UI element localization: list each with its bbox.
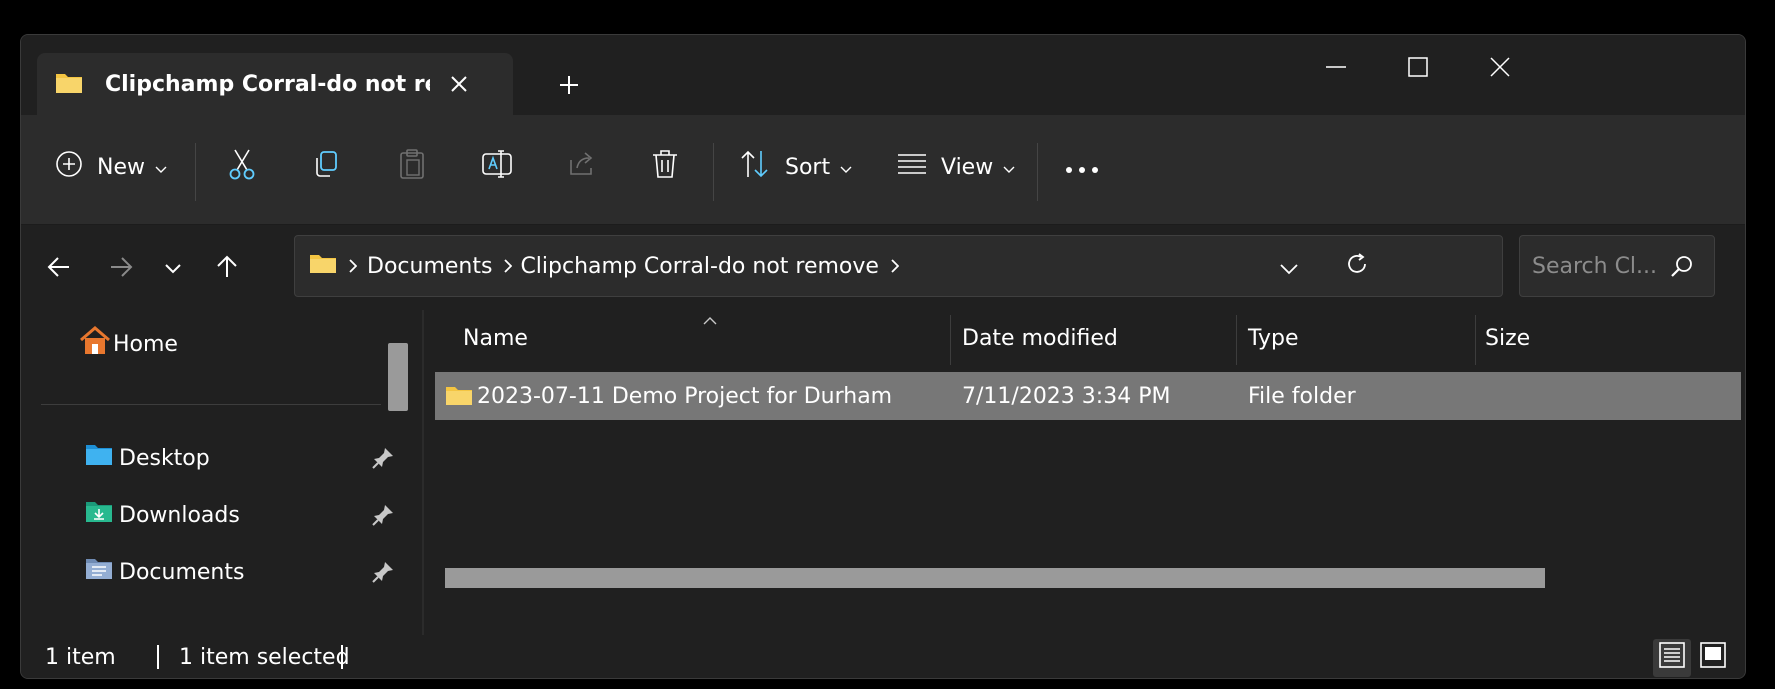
documents-icon: [85, 557, 113, 587]
view-button[interactable]: View: [897, 137, 1015, 197]
share-button[interactable]: [567, 137, 597, 197]
chevron-down-icon: [840, 155, 852, 180]
nav-item-desktop[interactable]: Desktop: [85, 438, 210, 478]
large-icons-view-button[interactable]: [1694, 639, 1732, 677]
chevron-right-icon: [891, 254, 900, 279]
chevron-right-icon: [504, 254, 513, 279]
home-icon: [79, 326, 111, 362]
sort-arrows-icon: [739, 149, 771, 185]
arrow-left-icon: [47, 256, 71, 282]
maximize-button[interactable]: [1383, 47, 1453, 87]
sort-button[interactable]: Sort: [739, 137, 852, 197]
chevron-down-icon: [1003, 155, 1015, 180]
column-header-size[interactable]: Size: [1485, 326, 1530, 351]
chevron-down-icon: [155, 155, 167, 180]
address-bar[interactable]: Documents Clipchamp Corral-do not remove: [294, 235, 1503, 297]
nav-label-documents: Documents: [119, 559, 245, 585]
file-explorer-window: Clipchamp Corral-do not remove New: [20, 34, 1746, 679]
table-row[interactable]: 2023-07-11 Demo Project for Durham 7/11/…: [435, 372, 1741, 420]
tab-title: Clipchamp Corral-do not remove: [105, 71, 430, 97]
rename-icon: [481, 149, 513, 185]
new-button[interactable]: New: [55, 137, 167, 197]
add-circle-icon: [55, 150, 83, 184]
column-header-type[interactable]: Type: [1248, 326, 1299, 351]
nav-scrollbar-thumb[interactable]: [388, 343, 408, 411]
close-tab-icon[interactable]: [444, 69, 474, 99]
column-header-name[interactable]: Name: [463, 326, 528, 351]
selection-count: 1 item selected: [179, 645, 350, 670]
file-date-modified: 7/11/2023 3:34 PM: [962, 384, 1171, 409]
nav-item-documents[interactable]: Documents: [85, 552, 244, 592]
trash-icon: [651, 149, 679, 185]
nav-label-home: Home: [113, 331, 178, 357]
pane-splitter[interactable]: [422, 310, 424, 635]
paste-button[interactable]: [397, 137, 427, 197]
search-icon[interactable]: [1670, 254, 1694, 284]
column-header-date[interactable]: Date modified: [962, 326, 1118, 351]
delete-button[interactable]: [651, 137, 679, 197]
search-box[interactable]: Search Cl...: [1519, 235, 1715, 297]
nav-item-downloads[interactable]: Downloads: [85, 495, 240, 535]
list-view-icon: [897, 153, 927, 181]
sort-label: Sort: [785, 154, 831, 180]
file-type: File folder: [1248, 384, 1356, 409]
cut-button[interactable]: [227, 137, 257, 197]
file-list: Name Date modified Type Size 2023-07-11 …: [435, 310, 1745, 635]
file-name: 2023-07-11 Demo Project for Durham: [477, 384, 893, 409]
minimize-button[interactable]: [1301, 47, 1371, 87]
nav-label-desktop: Desktop: [119, 445, 210, 471]
pin-icon[interactable]: [371, 446, 395, 470]
ellipsis-icon: [1065, 155, 1099, 180]
close-window-button[interactable]: [1465, 47, 1535, 87]
navigation-pane: Home Desktop Downloads Documents: [21, 310, 441, 635]
desktop-icon: [85, 443, 113, 473]
folder-icon: [55, 70, 83, 98]
more-options-button[interactable]: [1065, 137, 1099, 197]
address-history-dropdown[interactable]: [1279, 256, 1299, 281]
view-label: View: [941, 154, 994, 180]
new-tab-button[interactable]: [549, 65, 589, 105]
back-button[interactable]: [39, 249, 79, 289]
copy-icon: [311, 149, 341, 185]
clipboard-icon: [397, 148, 427, 186]
scissors-icon: [227, 148, 257, 186]
breadcrumb-current-folder[interactable]: Clipchamp Corral-do not remove: [520, 254, 879, 279]
status-bar: 1 item 1 item selected: [21, 635, 1745, 678]
up-button[interactable]: [207, 249, 247, 289]
recent-locations-button[interactable]: [153, 249, 193, 289]
command-bar: New Sort View: [21, 115, 1745, 225]
rename-button[interactable]: [481, 137, 513, 197]
downloads-icon: [85, 500, 113, 530]
details-view-icon: [1659, 642, 1685, 674]
preview-view-icon: [1700, 642, 1726, 674]
pin-icon[interactable]: [371, 503, 395, 527]
horizontal-scrollbar-thumb[interactable]: [445, 568, 1545, 588]
forward-button[interactable]: [101, 249, 141, 289]
nav-divider: [41, 404, 381, 405]
folder-icon: [309, 252, 337, 280]
copy-button[interactable]: [311, 137, 341, 197]
pin-icon[interactable]: [371, 560, 395, 584]
details-view-button[interactable]: [1653, 639, 1691, 677]
item-count: 1 item: [45, 645, 116, 670]
arrow-right-icon: [109, 256, 133, 282]
search-placeholder: Search Cl...: [1532, 253, 1658, 279]
chevron-right-icon: [349, 254, 358, 279]
breadcrumb-documents[interactable]: Documents: [367, 254, 492, 279]
new-label: New: [97, 154, 145, 180]
nav-label-downloads: Downloads: [119, 502, 240, 528]
chevron-down-icon: [164, 260, 182, 279]
address-row: Documents Clipchamp Corral-do not remove…: [21, 225, 1745, 310]
nav-item-home[interactable]: Home: [79, 324, 178, 364]
title-bar: Clipchamp Corral-do not remove: [21, 35, 1745, 115]
tab-current-folder[interactable]: Clipchamp Corral-do not remove: [37, 53, 513, 115]
share-icon: [567, 150, 597, 184]
folder-icon: [445, 384, 473, 412]
sort-ascending-icon: [703, 310, 723, 325]
refresh-icon[interactable]: [1345, 252, 1369, 282]
arrow-up-icon: [216, 255, 238, 283]
